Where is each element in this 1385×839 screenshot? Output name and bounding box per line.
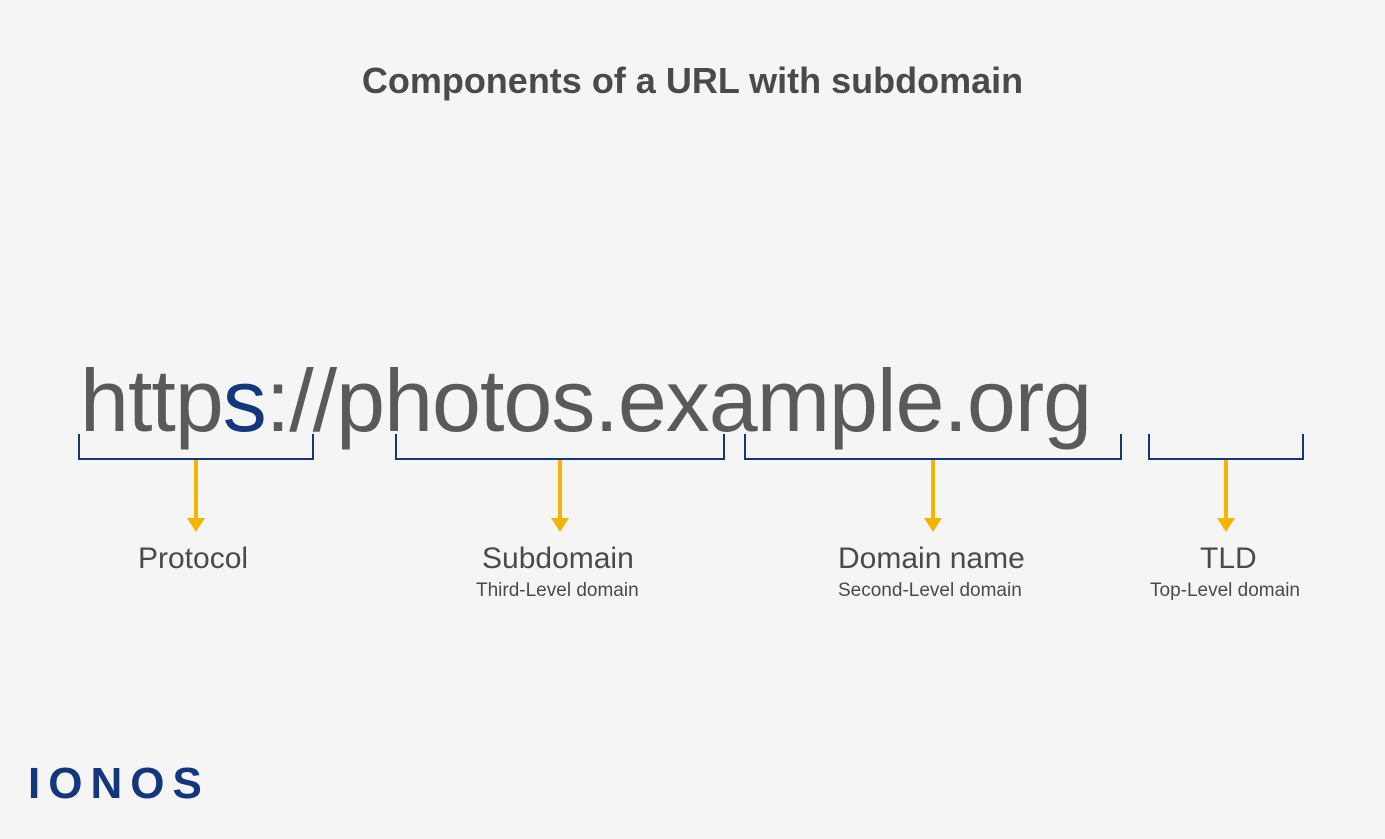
sublabel-domain: Second-Level domain <box>838 580 1022 602</box>
arrowhead-domain <box>924 518 942 532</box>
arrowhead-protocol <box>187 518 205 532</box>
diagram-title: Components of a URL with subdomain <box>0 60 1385 102</box>
bracket-protocol <box>78 434 314 460</box>
arrow-protocol <box>194 460 198 520</box>
bracket-subdomain <box>395 434 725 460</box>
arrow-subdomain <box>558 460 562 520</box>
label-protocol: Protocol <box>138 542 248 576</box>
arrowhead-tld <box>1217 518 1235 532</box>
label-domain: Domain name <box>838 542 1025 576</box>
bracket-domain <box>744 434 1122 460</box>
label-tld: TLD <box>1200 542 1257 576</box>
label-subdomain: Subdomain <box>482 542 634 576</box>
sublabel-subdomain: Third-Level domain <box>476 580 639 602</box>
ionos-logo: IONOS <box>28 759 210 809</box>
arrow-domain <box>931 460 935 520</box>
sublabel-tld: Top-Level domain <box>1150 580 1300 602</box>
arrow-tld <box>1224 460 1228 520</box>
bracket-tld <box>1148 434 1304 460</box>
arrowhead-subdomain <box>551 518 569 532</box>
